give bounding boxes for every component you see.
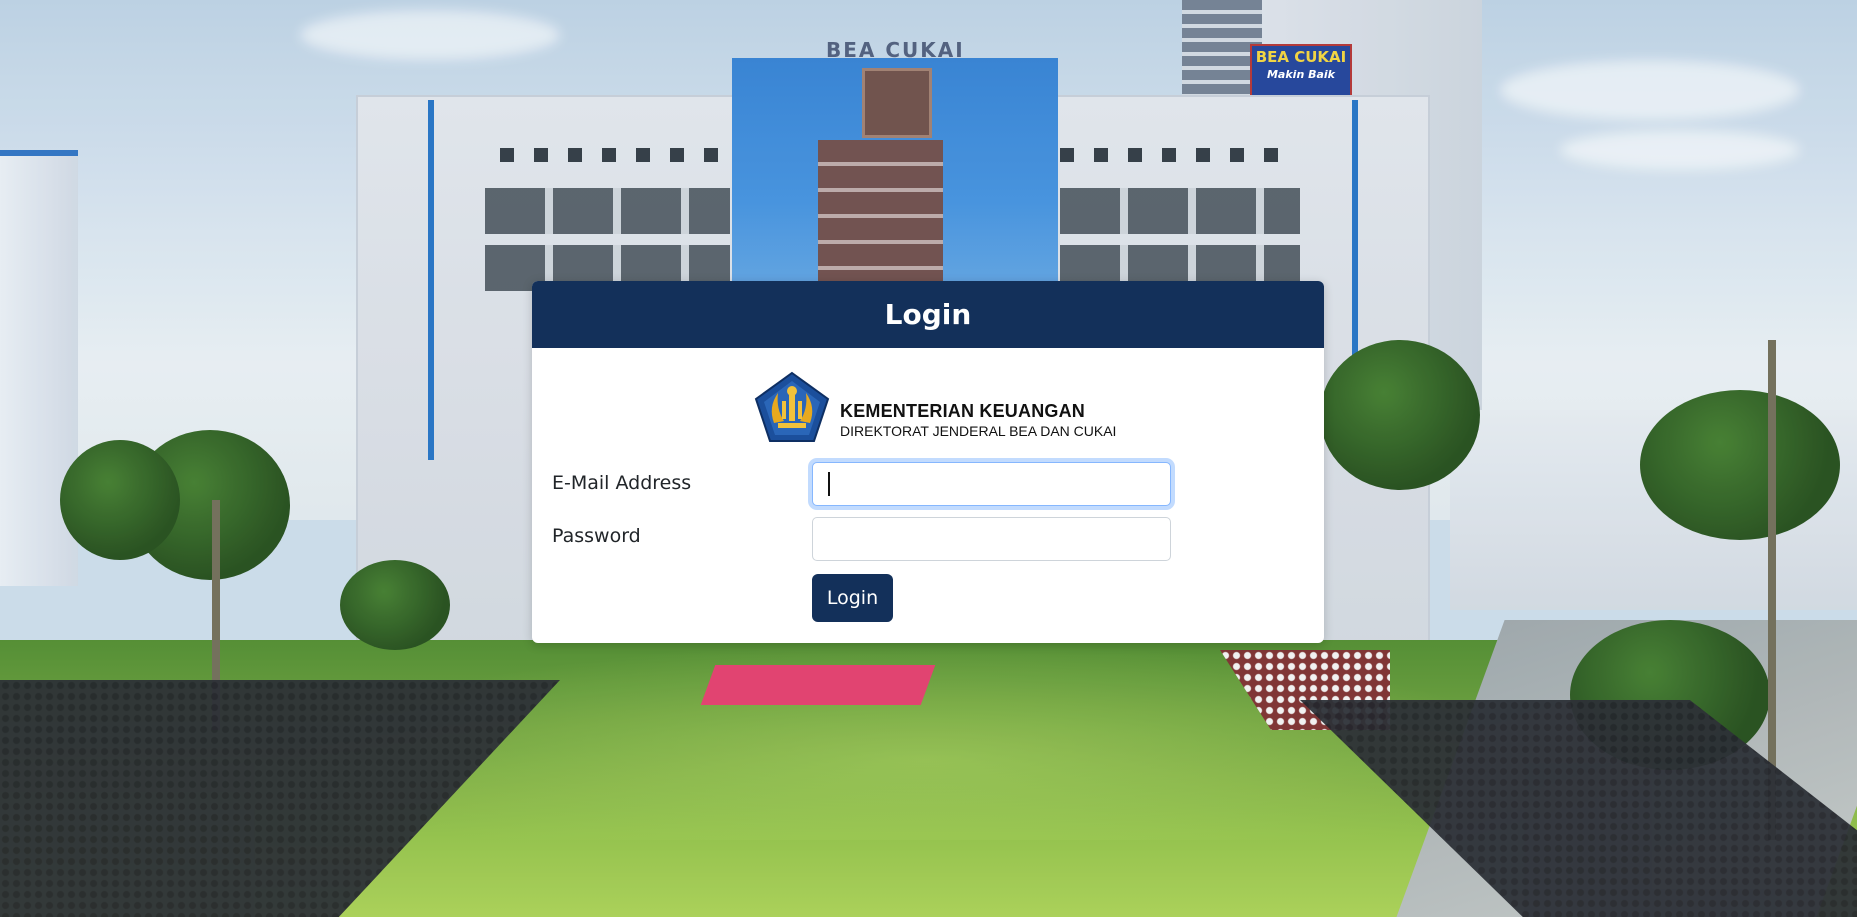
password-field[interactable] (812, 517, 1171, 561)
login-card-header: Login (532, 281, 1324, 348)
card-title: Login (884, 298, 972, 331)
login-card: Login KEMENTERIAN KEUANGAN DIREKTORAT JE… (532, 281, 1324, 643)
logo-text: KEMENTERIAN KEUANGAN DIREKTORAT JENDERAL… (840, 401, 1116, 439)
logo: KEMENTERIAN KEUANGAN DIREKTORAT JENDERAL… (532, 371, 1324, 447)
email-row: E-Mail Address (532, 460, 1324, 508)
password-label: Password (552, 525, 641, 547)
login-button[interactable]: Login (812, 574, 893, 622)
text-caret (828, 472, 830, 496)
email-field[interactable] (812, 462, 1171, 506)
email-label: E-Mail Address (552, 472, 692, 494)
password-row: Password (532, 517, 1324, 565)
logo-ministry-name: KEMENTERIAN KEUANGAN (840, 401, 1086, 421)
kemenkeu-emblem-icon (754, 371, 830, 442)
logo-directorate-name: DIREKTORAT JENDERAL BEA DAN CUKAI (840, 423, 1117, 439)
